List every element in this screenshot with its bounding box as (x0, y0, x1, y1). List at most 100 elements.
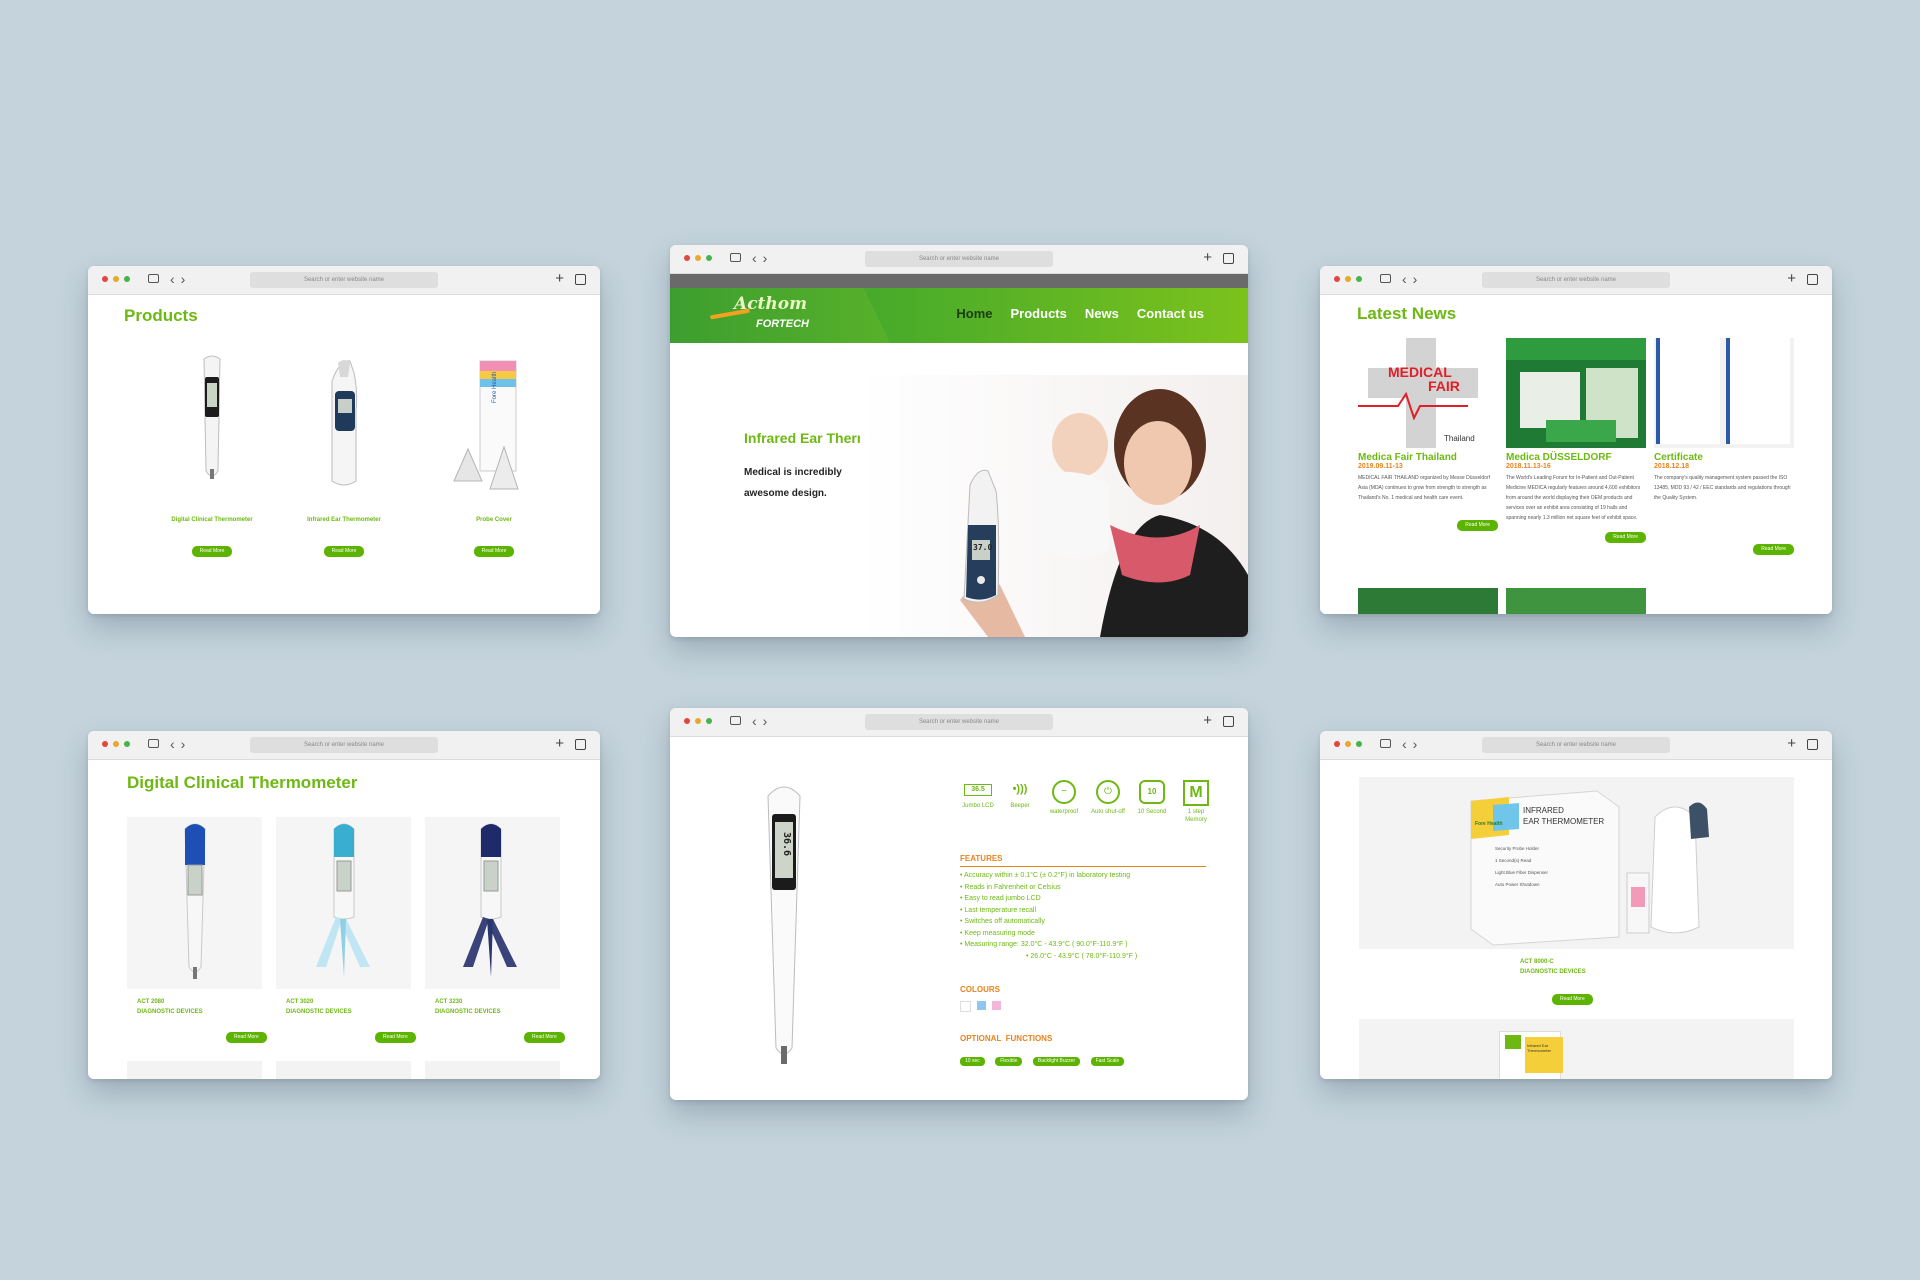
read-more-button[interactable]: Read More (524, 1032, 565, 1043)
window-controls[interactable] (102, 276, 130, 282)
products-window: ‹› Search or enter website name + Produc… (88, 266, 600, 614)
colour-swatch-white[interactable] (960, 1001, 971, 1012)
read-more-button[interactable]: Read More (1552, 994, 1593, 1005)
read-more-button[interactable]: Read More (375, 1032, 416, 1043)
product-card[interactable]: Fore Health Probe Cover Read More (434, 351, 554, 557)
sidebar-icon[interactable] (730, 253, 741, 262)
nav-news[interactable]: News (1085, 306, 1119, 321)
option-chip[interactable]: Backlight Buzzer (1032, 1057, 1081, 1066)
nav-products[interactable]: Products (1011, 306, 1067, 321)
window-controls[interactable] (1334, 276, 1362, 282)
back-forward-icons[interactable]: ‹› (170, 271, 191, 287)
product-card[interactable] (276, 1061, 411, 1079)
nav-home[interactable]: Home (956, 306, 992, 321)
logo[interactable]: Acthom FORTECH (670, 288, 890, 343)
tabs-overview-icon[interactable] (1807, 274, 1818, 285)
product-package-image[interactable]: Infrared Ear Thermometer (1359, 1019, 1794, 1079)
new-tab-icon[interactable]: + (1203, 712, 1212, 730)
new-tab-icon[interactable]: + (555, 270, 564, 288)
new-tab-icon[interactable]: + (1787, 270, 1796, 288)
address-bar[interactable]: Search or enter website name (1482, 737, 1670, 753)
sidebar-icon[interactable] (730, 716, 741, 725)
feature-item: Reads in Fahrenheit or Celsius (960, 882, 1137, 894)
option-chip[interactable]: Fast Scale (1090, 1057, 1125, 1066)
product-card[interactable] (425, 817, 560, 989)
read-more-button[interactable]: Read More (1605, 532, 1646, 543)
more-news-thumbnail[interactable] (1506, 588, 1646, 614)
feature-item: Switches off automatically (960, 916, 1137, 928)
back-forward-icons[interactable]: ‹› (170, 736, 191, 752)
sidebar-icon[interactable] (1380, 274, 1391, 283)
back-forward-icons[interactable]: ‹› (1402, 271, 1423, 287)
new-tab-icon[interactable]: + (1203, 249, 1212, 267)
address-bar[interactable]: Search or enter website name (1482, 272, 1670, 288)
hero-line: awesome design. (744, 488, 827, 499)
back-forward-icons[interactable]: ‹› (1402, 736, 1423, 752)
sidebar-icon[interactable] (148, 739, 159, 748)
news-excerpt: The company's quality management system … (1654, 475, 1791, 501)
product-label: Probe Cover (476, 517, 512, 523)
product-card[interactable] (127, 1061, 262, 1079)
nav-contact[interactable]: Contact us (1137, 306, 1204, 321)
product-label: Infrared Ear Thermometer (307, 517, 381, 523)
read-more-button[interactable]: Read More (1457, 520, 1498, 531)
main-nav: Home Products News Contact us (956, 306, 1204, 321)
sidebar-icon[interactable] (1380, 739, 1391, 748)
option-chip[interactable]: 10 sec (960, 1057, 985, 1066)
address-bar[interactable]: Search or enter website name (865, 714, 1053, 730)
product-meta: ACT 2080 DIAGNOSTIC DEVICES (137, 997, 203, 1017)
hero-subtext: Medical is incredibly awesome design. (744, 462, 842, 504)
ten-second-icon: 10 10 Second (1134, 780, 1170, 816)
tabs-overview-icon[interactable] (1807, 739, 1818, 750)
back-forward-icons[interactable]: ‹› (752, 250, 773, 266)
read-more-button[interactable]: Read More (323, 546, 365, 557)
address-bar[interactable]: Search or enter website name (250, 737, 438, 753)
news-window: ‹› Search or enter website name + Latest… (1320, 266, 1832, 614)
tabs-overview-icon[interactable] (575, 739, 586, 750)
address-bar[interactable]: Search or enter website name (250, 272, 438, 288)
more-news-thumbnail[interactable] (1358, 588, 1498, 614)
product-card[interactable] (276, 817, 411, 989)
product-card[interactable]: Digital Clinical Thermometer Read More (152, 351, 272, 557)
sidebar-icon[interactable] (148, 274, 159, 283)
product-subtitle: DIAGNOSTIC DEVICES (286, 1009, 352, 1015)
box-feature-list: Security Probe Holder 1 Second(s) Read L… (1495, 846, 1549, 887)
device-reading: 36.6 (781, 832, 792, 857)
window-controls[interactable] (684, 255, 712, 261)
window-controls[interactable] (102, 741, 130, 747)
window-controls[interactable] (684, 718, 712, 724)
product-package-image[interactable]: INFRARED EAR THERMOMETER Fore Health Secu… (1359, 777, 1794, 949)
news-card[interactable]: Medica DÜSSELDORF 2018.11.13-16 The Worl… (1506, 338, 1646, 543)
back-forward-icons[interactable]: ‹› (752, 713, 773, 729)
colour-swatch-blue[interactable] (977, 1001, 986, 1010)
feature-item: 26.0°C - 43.9°C ( 78.0°F-110.9°F ) (960, 951, 1137, 963)
optional-heading: OPTIONAL FUNCTIONS (960, 1034, 1053, 1043)
news-title: Medica Fair Thailand (1358, 452, 1457, 463)
product-detail-window: ‹› Search or enter website name + 36.6 3… (670, 708, 1248, 1100)
new-tab-icon[interactable]: + (555, 735, 564, 753)
product-subtitle: DIAGNOSTIC DEVICES (1520, 969, 1586, 975)
tabs-overview-icon[interactable] (1223, 253, 1234, 264)
new-tab-icon[interactable]: + (1787, 735, 1796, 753)
auto-shutoff-icon: ⏻ Auto shut-off (1090, 780, 1126, 816)
product-meta: ACT 3230 DIAGNOSTIC DEVICES (435, 997, 501, 1017)
option-chip[interactable]: Flexible (995, 1057, 1023, 1066)
product-model: ACT 3020 (286, 999, 314, 1005)
news-card[interactable]: Certificate 2018.12.18 The company's qua… (1654, 338, 1794, 555)
memory-icon: M1 step Memory (1178, 780, 1214, 824)
colour-swatch-pink[interactable] (992, 1001, 1001, 1010)
product-card[interactable] (425, 1061, 560, 1079)
tabs-overview-icon[interactable] (575, 274, 586, 285)
product-card[interactable] (127, 817, 262, 989)
read-more-button[interactable]: Read More (1753, 544, 1794, 555)
tabs-overview-icon[interactable] (1223, 716, 1234, 727)
read-more-button[interactable]: Read More (191, 546, 233, 557)
address-bar[interactable]: Search or enter website name (865, 251, 1053, 267)
read-more-button[interactable]: Read More (226, 1032, 267, 1043)
product-card[interactable]: Infrared Ear Thermometer Read More (284, 351, 404, 557)
window-controls[interactable] (1334, 741, 1362, 747)
read-more-button[interactable]: Read More (473, 546, 515, 557)
feature-item: Last temperature recall (960, 905, 1137, 917)
news-card[interactable]: MEDICAL FAIR Thailand Medica Fair Thaila… (1358, 338, 1498, 531)
news-excerpt: MEDICAL FAIR THAILAND organized by Messe… (1358, 475, 1490, 501)
